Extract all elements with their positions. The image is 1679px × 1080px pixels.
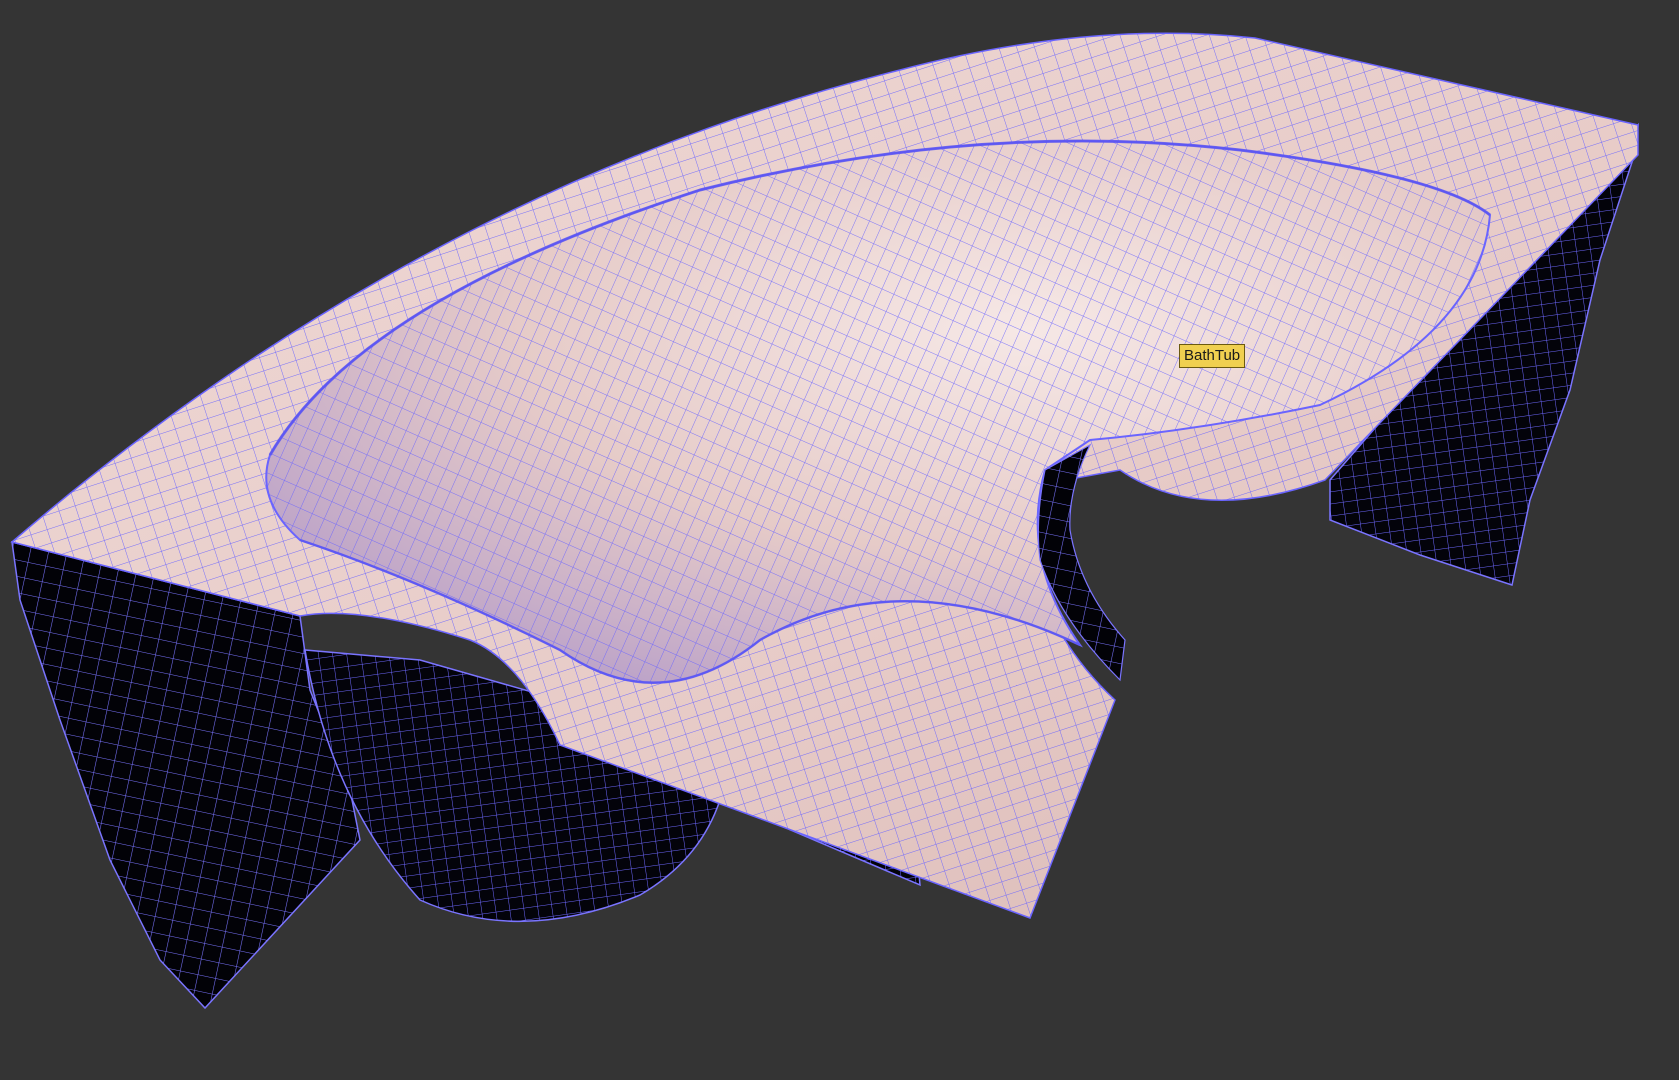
3d-viewport[interactable]: BathTub xyxy=(0,0,1679,1080)
bathtub-mesh[interactable] xyxy=(0,0,1679,1080)
object-name-tooltip: BathTub xyxy=(1179,344,1246,368)
